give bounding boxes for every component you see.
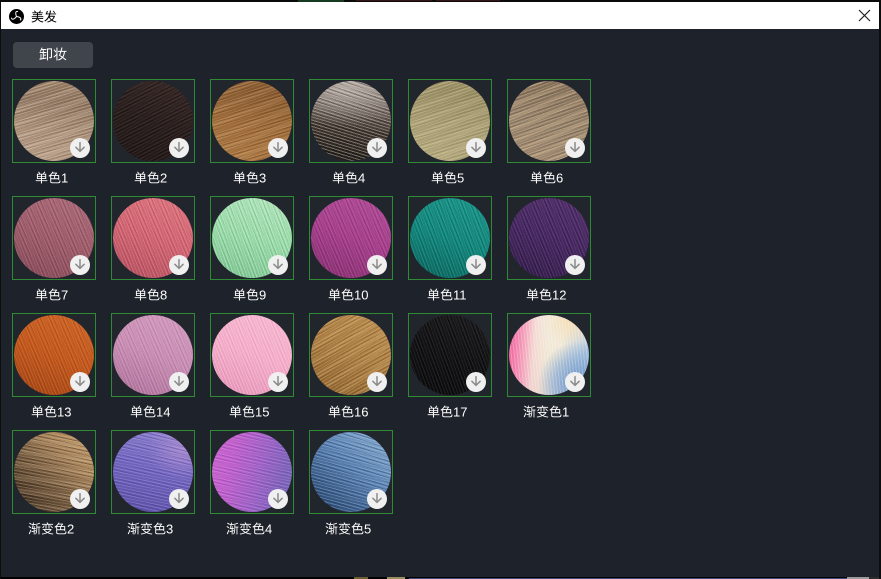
svg-text:15: 15 (255, 404, 269, 419)
svg-text:12: 12 (552, 287, 566, 302)
svg-text:3: 3 (166, 521, 173, 536)
svg-text:13: 13 (57, 404, 71, 419)
svg-text:16: 16 (354, 404, 368, 419)
svg-text:2: 2 (67, 521, 74, 536)
svg-text:10: 10 (354, 287, 368, 302)
svg-text:4: 4 (358, 170, 365, 185)
svg-text:5: 5 (457, 170, 464, 185)
svg-text:5: 5 (364, 521, 371, 536)
svg-text:7: 7 (61, 287, 68, 302)
svg-text:3: 3 (259, 170, 266, 185)
svg-text:1: 1 (562, 404, 569, 419)
svg-text:8: 8 (160, 287, 167, 302)
svg-text:14: 14 (156, 404, 170, 419)
svg-text:17: 17 (453, 404, 467, 419)
svg-text:1: 1 (61, 170, 68, 185)
svg-text:9: 9 (259, 287, 266, 302)
svg-text:2: 2 (160, 170, 167, 185)
svg-text:4: 4 (265, 521, 272, 536)
svg-text:11: 11 (453, 287, 467, 302)
svg-text:6: 6 (556, 170, 563, 185)
